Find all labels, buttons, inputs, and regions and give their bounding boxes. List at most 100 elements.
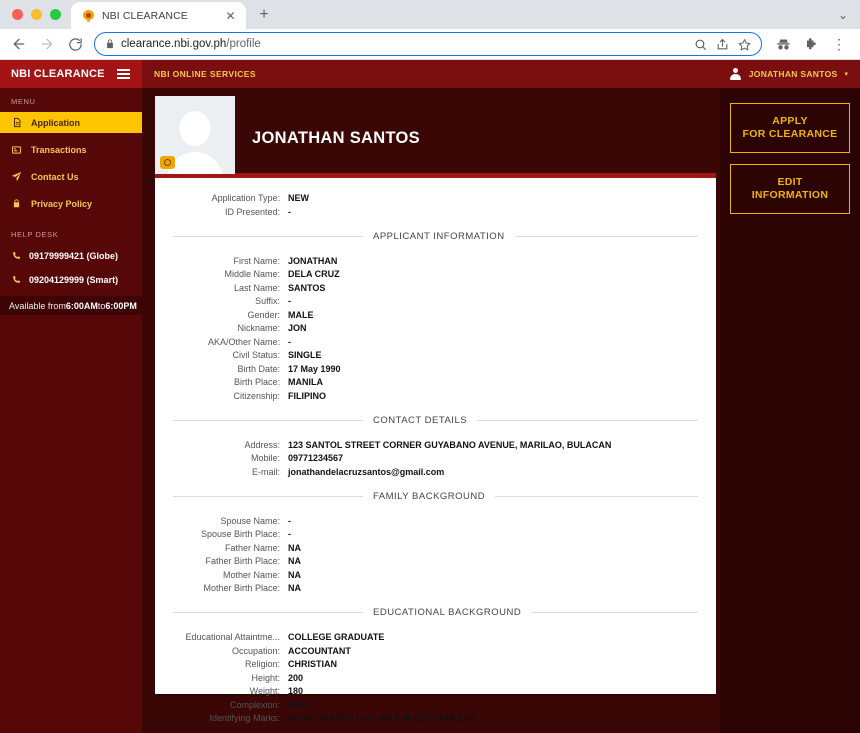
field-label: Last Name: [185,282,288,294]
field-label: Civil Status: [185,349,288,361]
header-nav: NBI ONLINE SERVICES [142,60,729,88]
page-title: JONATHAN SANTOS [252,129,420,148]
field-value: SINGLE [288,349,322,361]
divider-line [495,496,698,497]
divider-line [173,496,363,497]
close-tab-button[interactable]: ✕ [223,8,238,23]
apply-for-clearance-button[interactable]: APPLY FOR CLEARANCE [730,103,850,153]
field-label: Suffix: [185,295,288,307]
field-label: Spouse Name: [185,515,288,527]
field-value: 180 [288,685,303,697]
incognito-icon[interactable] [770,31,796,57]
detail-field: Application Type:NEW [185,192,698,204]
detail-field: Father Name:NA [185,542,698,554]
detail-field: Height:200 [185,672,698,684]
detail-field: Identifying Marks:SCAR SHAPED LIKE AN X … [185,712,698,724]
field-label: Middle Name: [185,268,288,280]
paper-plane-icon [11,171,22,182]
star-icon[interactable] [738,38,751,51]
detail-field: Civil Status:SINGLE [185,349,698,361]
field-value: SCAR SHAPED LIKE AN X IN LEFT CHEEKS [288,712,477,724]
field-value: 200 [288,672,303,684]
field-value: 09771234567 [288,452,343,464]
detail-field: Nickname:JON [185,322,698,334]
helpdesk-label: HELP DESK [0,230,58,239]
field-value: COLLEGE GRADUATE [288,631,384,643]
field-label: Complexion: [185,699,288,711]
detail-field: Birth Place:MANILA [185,376,698,388]
helpdesk-phone-number: 09179999421 (Globe) [29,251,118,261]
back-button[interactable] [6,31,32,57]
field-value: NA [288,569,301,581]
field-label: Father Name: [185,542,288,554]
sidebar-item-privacy-policy[interactable]: Privacy Policy [0,193,142,214]
hamburger-icon[interactable] [117,69,130,79]
field-value: - [288,206,291,218]
user-menu[interactable]: JONATHAN SANTOS ▾ [729,60,860,88]
field-label: Occupation: [185,645,288,657]
detail-field: ID Presented:- [185,206,698,218]
sidebar-item-application[interactable]: Application [0,112,142,133]
helpdesk-phone-number: 09204129999 (Smart) [29,275,118,285]
section-header: FAMILY BACKGROUND [173,491,698,502]
top-fields-group: Application Type:NEW ID Presented:- [173,192,698,218]
browser-menu-button[interactable]: ⋮ [826,31,852,57]
field-value: NA [288,582,301,594]
detail-field: Occupation:ACCOUNTANT [185,645,698,657]
field-label: Birth Place: [185,376,288,388]
helpdesk-phone-smart: 09204129999 (Smart) [0,275,118,285]
field-label: Address: [185,439,288,451]
edit-line-2: INFORMATION [735,189,845,202]
detail-field: Father Birth Place:NA [185,555,698,567]
avatar[interactable] [155,96,235,174]
browser-tab[interactable]: NBI CLEARANCE ✕ [71,2,246,29]
availability-to: 6:00PM [105,301,137,311]
field-value: 17 May 1990 [288,363,341,375]
camera-icon[interactable] [160,156,175,169]
field-value: CHRISTIAN [288,658,337,670]
tab-title: NBI CLEARANCE [102,10,216,22]
user-avatar-icon [729,68,742,81]
sidebar-item-contact-us[interactable]: Contact Us [0,166,142,187]
nbi-online-services-link[interactable]: NBI ONLINE SERVICES [154,69,256,79]
field-value: - [288,295,291,307]
minimize-window-button[interactable] [31,9,42,20]
field-value: NA [288,555,301,567]
sidebar-item-label: Privacy Policy [31,199,92,209]
share-icon[interactable] [716,38,729,51]
field-value: - [288,515,291,527]
apply-line-1: APPLY [735,115,845,128]
field-value: FILIPINO [288,390,326,402]
divider-line [531,612,698,613]
divider-line [173,612,363,613]
detail-field: Mobile:09771234567 [185,452,698,464]
brand-area: NBI CLEARANCE [0,60,142,88]
divider-line [477,420,698,421]
field-value: NEW [288,192,309,204]
detail-field: Mother Name:NA [185,569,698,581]
field-label: Nickname: [185,322,288,334]
edit-information-button[interactable]: EDIT INFORMATION [730,164,850,214]
close-window-button[interactable] [12,9,23,20]
forward-button[interactable] [34,31,60,57]
puzzle-icon[interactable] [798,31,824,57]
divider-line [515,236,698,237]
sidebar-item-label: Application [31,118,80,128]
maximize-window-button[interactable] [50,9,61,20]
app-brand-title: NBI CLEARANCE [11,68,105,80]
search-icon[interactable] [694,38,707,51]
field-label: E-mail: [185,466,288,478]
field-label: Birth Date: [185,363,288,375]
field-value: MANILA [288,376,323,388]
field-label: Application Type: [185,192,288,204]
detail-field: Spouse Birth Place:- [185,528,698,540]
address-bar[interactable]: clearance.nbi.gov.ph/profile [94,32,762,56]
window-controls [0,9,71,29]
sidebar-item-transactions[interactable]: Transactions [0,139,142,160]
field-label: Father Birth Place: [185,555,288,567]
new-tab-button[interactable]: + [251,2,277,28]
field-label: Weight: [185,685,288,697]
tab-list-chevron-down-icon[interactable]: ⌄ [838,8,860,29]
field-label: Mother Birth Place: [185,582,288,594]
reload-button[interactable] [62,31,88,57]
